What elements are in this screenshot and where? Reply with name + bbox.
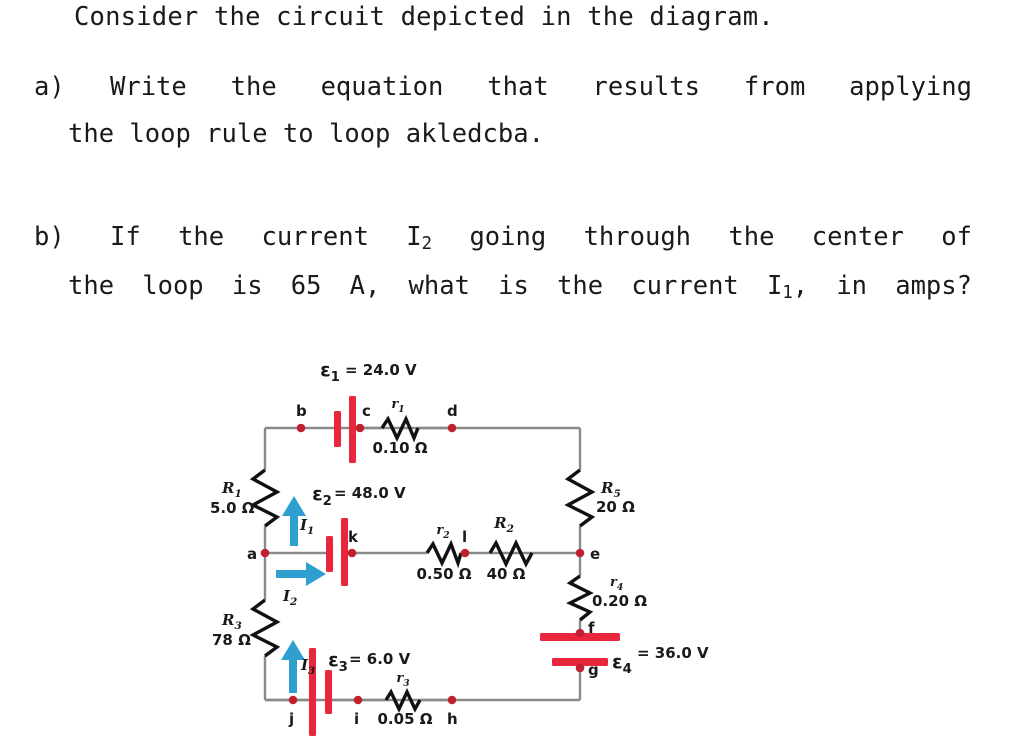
problem-stem: Consider the circuit depicted in the dia… <box>74 2 774 32</box>
label-eps1-symbol: ε1 <box>320 359 340 385</box>
label-R3-symbol: R3 <box>221 611 242 632</box>
label-eps4-symbol: ε4 <box>612 651 632 677</box>
node-dot-c <box>355 423 365 433</box>
label-I1: I1 <box>299 516 314 537</box>
node-label-f: f <box>588 619 595 637</box>
label-eps3-value: = 6.0 V <box>349 650 411 668</box>
battery-eps2 <box>326 518 348 586</box>
battery-eps4 <box>540 633 620 666</box>
part-b-line-2-post: , in amps? <box>792 270 972 301</box>
part-b-line-1-pre: If the current I <box>110 222 422 252</box>
resistor-R1 <box>249 468 281 528</box>
part-a-label: a) <box>34 72 65 102</box>
battery-eps1 <box>334 396 356 463</box>
node-label-b: b <box>296 402 307 420</box>
label-r4-symbol: r4 <box>610 575 623 593</box>
node-dot-d <box>447 423 457 433</box>
label-r1-value: 0.10 Ω <box>373 439 428 457</box>
node-label-i: i <box>354 710 359 728</box>
label-I2: I2 <box>282 587 297 608</box>
node-label-e: e <box>590 545 600 563</box>
resistor-R5 <box>564 468 596 528</box>
label-eps1-value: = 24.0 V <box>345 361 417 379</box>
label-r2-value: 0.50 Ω <box>417 565 472 583</box>
label-R1-value: 5.0 Ω <box>210 499 255 517</box>
label-R1-symbol: R1 <box>221 479 242 500</box>
part-b-line-1: If the current I2 going through the cent… <box>110 222 974 255</box>
circuit-diagram: ε1 = 24.0 V ε2 = 48.0 V ε3 = 6.0 V ε4 = … <box>0 348 1011 736</box>
part-b-line-1-post: going through the center of <box>432 222 972 252</box>
label-r3-symbol: r3 <box>396 671 409 689</box>
part-b-line-1-subscript: 2 <box>421 233 433 254</box>
resistor-R3 <box>249 598 281 658</box>
node-label-c: c <box>362 402 371 420</box>
label-R5-value: 20 Ω <box>596 498 635 516</box>
part-b-line-2-subscript: 1 <box>782 282 793 303</box>
node-dot-k <box>347 548 357 558</box>
node-dot-b <box>296 423 306 433</box>
node-dot-f <box>575 628 585 638</box>
node-dot-e <box>575 548 585 558</box>
part-a-line-2: the loop rule to loop akledcba. <box>68 118 544 149</box>
resistor-r2 <box>425 539 463 569</box>
node-label-a: a <box>247 545 257 563</box>
label-eps4-value: = 36.0 V <box>637 644 709 662</box>
part-b-line-2: the loop is 65 A, what is the current I1… <box>34 255 974 304</box>
resistor-r4 <box>566 574 594 622</box>
current-arrow-I2 <box>276 562 326 586</box>
label-r1-symbol: r1 <box>391 397 404 415</box>
node-dot-h <box>447 695 457 705</box>
question-part-b: b) If the current I2 going through the c… <box>34 222 974 303</box>
part-a-line-1: Write the equation that results from app… <box>110 72 972 102</box>
node-label-k: k <box>348 528 359 546</box>
label-r2-symbol: r2 <box>436 523 449 541</box>
node-label-j: j <box>288 710 294 728</box>
node-label-d: d <box>447 402 458 420</box>
label-R3-value: 78 Ω <box>212 631 251 649</box>
label-r4-value: 0.20 Ω <box>592 592 647 610</box>
node-dot-l <box>460 548 470 558</box>
part-b-label: b) <box>34 222 65 252</box>
node-label-l: l <box>462 528 467 546</box>
node-label-h: h <box>447 710 458 728</box>
node-dot-j <box>288 695 298 705</box>
node-dot-i <box>353 695 363 705</box>
label-R5-symbol: R5 <box>600 479 621 500</box>
label-eps2-symbol: ε2 <box>312 483 332 509</box>
label-r3-value: 0.05 Ω <box>378 710 433 728</box>
label-R2-symbol: R2 <box>493 514 514 535</box>
question-part-a: a) Write the equation that results from … <box>34 72 974 149</box>
node-dot-g <box>575 663 585 673</box>
label-eps2-value: = 48.0 V <box>334 484 406 502</box>
node-dot-a <box>260 548 270 558</box>
node-label-g: g <box>588 661 599 679</box>
part-b-line-2-pre: the loop is 65 A, what is the current I <box>68 270 783 301</box>
label-R2-value: 40 Ω <box>487 565 526 583</box>
